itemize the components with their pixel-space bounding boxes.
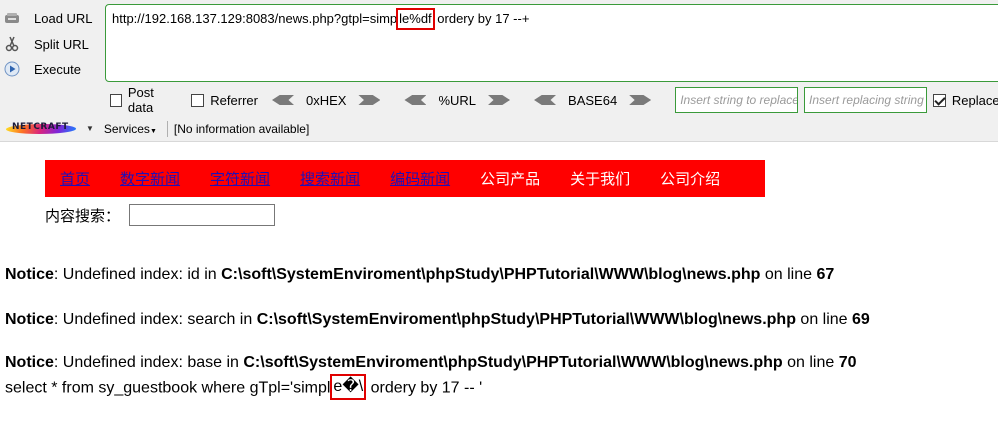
replace-checkbox[interactable]: Replace bbox=[932, 92, 998, 108]
php-notice: Notice: Undefined index: search in C:\so… bbox=[5, 311, 870, 329]
notice-tag: Notice bbox=[5, 311, 54, 328]
notice-message: : Undefined index: id in bbox=[53, 266, 222, 283]
notice-tag: Notice bbox=[5, 266, 54, 283]
sql-highlight-box: e�\ bbox=[330, 374, 367, 400]
post-data-label: Post data bbox=[127, 85, 154, 115]
decode-arrow-icon[interactable] bbox=[404, 95, 427, 105]
php-notice: Notice: Undefined index: id in C:\soft\S… bbox=[5, 266, 834, 284]
url-encoder[interactable]: %URL bbox=[404, 92, 511, 108]
netcraft-logo-text: NETCRAFT bbox=[12, 121, 69, 132]
scissors-icon bbox=[4, 36, 20, 52]
notice-on-line: on line bbox=[782, 354, 839, 371]
insert-string-input[interactable]: Insert string to replace bbox=[675, 87, 799, 113]
encode-arrow-icon[interactable] bbox=[488, 95, 511, 105]
hackbar-toolbar: Load URL Split URL Execute http://192.16… bbox=[0, 0, 998, 116]
url-textarea[interactable]: http://192.168.137.129:8083/news.php?gtp… bbox=[105, 4, 998, 82]
nav-item-home[interactable]: 首页 bbox=[60, 168, 90, 189]
search-label: 内容搜索： bbox=[45, 207, 121, 225]
chevron-down-icon[interactable]: ▼ bbox=[86, 124, 94, 133]
split-url-label: Split URL bbox=[34, 36, 89, 52]
split-url-button[interactable]: Split URL bbox=[4, 33, 89, 55]
post-data-checkbox-box[interactable] bbox=[110, 93, 122, 107]
hex-encoder[interactable]: 0xHEX bbox=[271, 92, 381, 108]
nav-item-about[interactable]: 关于我们 bbox=[570, 168, 630, 189]
decode-arrow-icon[interactable] bbox=[271, 95, 294, 105]
base64-encoder[interactable]: BASE64 bbox=[534, 92, 652, 108]
encode-arrow-icon[interactable] bbox=[358, 95, 381, 105]
referrer-checkbox[interactable]: Referrer bbox=[191, 93, 258, 108]
notice-message: : Undefined index: search in bbox=[53, 311, 257, 328]
notice-line-number: 69 bbox=[852, 311, 870, 328]
notice-path: C:\soft\SystemEnviroment\phpStudy\PHPTut… bbox=[256, 311, 796, 328]
sql-suffix: ordery by 17 -- ' bbox=[366, 379, 483, 397]
load-url-button[interactable]: Load URL bbox=[4, 7, 93, 29]
services-label: Services bbox=[103, 121, 150, 136]
load-url-icon bbox=[4, 10, 20, 26]
notice-path: C:\soft\SystemEnviroment\phpStudy\PHPTut… bbox=[243, 354, 783, 371]
hex-label: 0xHEX bbox=[305, 92, 347, 108]
execute-label: Execute bbox=[34, 61, 81, 77]
nav-item-search-news[interactable]: 搜索新闻 bbox=[300, 168, 360, 189]
nav-item-encoded-news[interactable]: 编码新闻 bbox=[390, 168, 450, 189]
nav-item-company[interactable]: 公司介绍 bbox=[660, 168, 720, 189]
base64-label: BASE64 bbox=[568, 92, 618, 108]
search-input[interactable] bbox=[129, 204, 276, 226]
referrer-checkbox-box[interactable] bbox=[191, 93, 205, 107]
replacing-string-input[interactable]: Insert replacing string bbox=[804, 87, 927, 113]
replace-checkbox-box[interactable] bbox=[932, 93, 946, 107]
post-data-checkbox[interactable]: Post data bbox=[110, 85, 177, 115]
chevron-down-icon: ▼ bbox=[149, 127, 157, 135]
nav-item-numeric-news[interactable]: 数字新闻 bbox=[120, 168, 180, 189]
url-text-prefix: http://192.168.137.129:8083/news.php?gtp… bbox=[112, 11, 398, 26]
notice-line-number: 67 bbox=[816, 266, 835, 283]
toolbar-divider bbox=[166, 120, 168, 137]
notice-on-line: on line bbox=[795, 311, 853, 328]
site-nav-bar: 首页 数字新闻 字符新闻 搜索新闻 编码新闻 公司产品 关于我们 公司介绍 bbox=[45, 160, 765, 197]
execute-button[interactable]: Execute bbox=[4, 58, 81, 80]
hackbar-options-row: Post data Referrer 0xHEX %URL BASE64 Ins… bbox=[110, 85, 998, 115]
url-enc-label: %URL bbox=[438, 92, 477, 108]
url-highlight-box: le%df bbox=[396, 8, 435, 30]
replace-label: Replace bbox=[951, 92, 998, 108]
netcraft-toolbar: NETCRAFT ▼ Services▼ [No information ava… bbox=[0, 116, 998, 142]
php-notice: Notice: Undefined index: base in C:\soft… bbox=[5, 354, 856, 372]
notice-message: : Undefined index: base in bbox=[53, 354, 244, 371]
content-search: 内容搜索： bbox=[45, 204, 276, 226]
url-text-suffix: ordery by 17 --+ bbox=[433, 11, 530, 26]
decode-arrow-icon[interactable] bbox=[534, 95, 557, 105]
nav-item-string-news[interactable]: 字符新闻 bbox=[210, 168, 270, 189]
sql-query-output: select * from sy_guestbook where gTpl='s… bbox=[5, 374, 483, 400]
load-url-label: Load URL bbox=[34, 10, 93, 26]
netcraft-info-text: [No information available] bbox=[173, 121, 310, 136]
netcraft-services-menu[interactable]: Services▼ bbox=[104, 122, 157, 136]
play-icon bbox=[4, 61, 20, 77]
notice-path: C:\soft\SystemEnviroment\phpStudy\PHPTut… bbox=[221, 266, 761, 283]
nav-item-products[interactable]: 公司产品 bbox=[480, 168, 540, 189]
referrer-label: Referrer bbox=[210, 92, 258, 108]
notice-tag: Notice bbox=[5, 354, 54, 371]
netcraft-logo[interactable]: NETCRAFT bbox=[4, 121, 78, 137]
sql-prefix: select * from sy_guestbook where gTpl='s… bbox=[5, 379, 331, 397]
encode-arrow-icon[interactable] bbox=[629, 95, 652, 105]
notice-on-line: on line bbox=[760, 266, 817, 283]
notice-line-number: 70 bbox=[838, 354, 857, 371]
